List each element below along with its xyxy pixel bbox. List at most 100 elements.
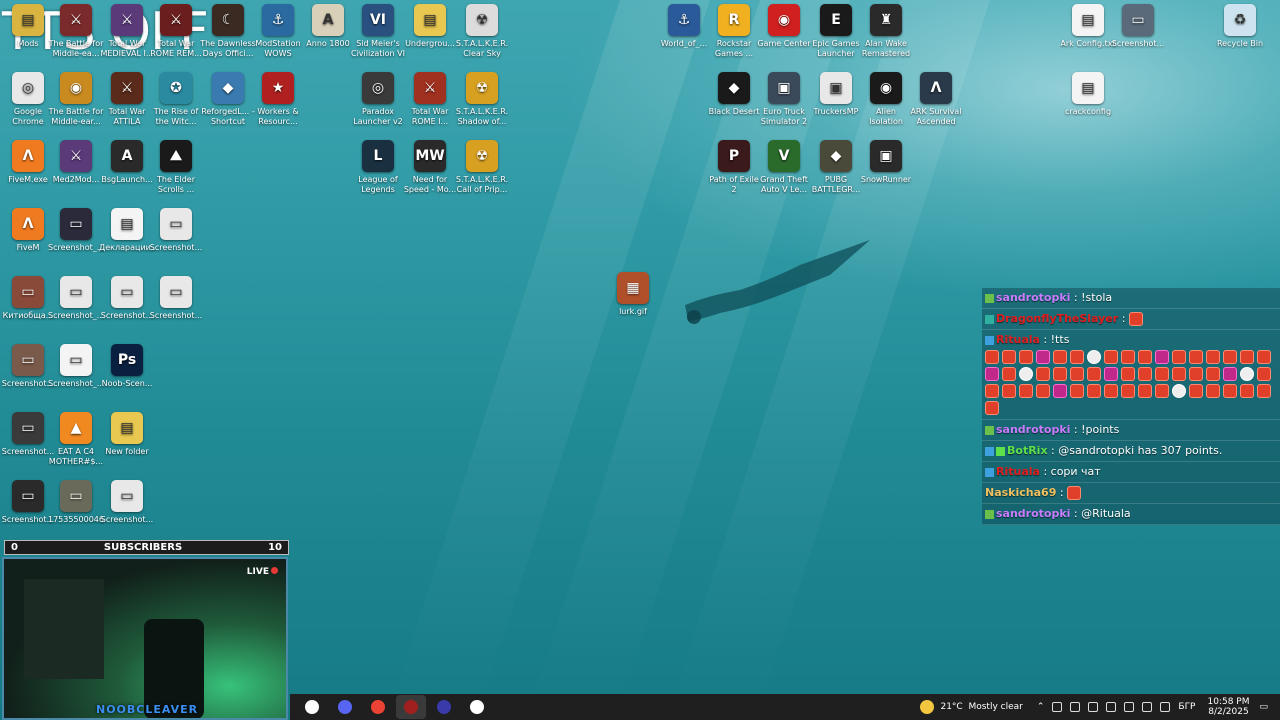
desktop-icon[interactable]: ▭ Screenshot... <box>99 276 155 321</box>
desktop-icon[interactable]: ◉ The Battle for Middle-ear... <box>48 72 104 127</box>
taskbar-app-obs[interactable] <box>396 695 426 719</box>
desktop-icon-label: Need for Speed - Mo... <box>403 175 457 194</box>
desktop-icon[interactable]: ⚓ World_of_... <box>656 4 712 49</box>
desktop-icon[interactable]: ▤ New folder <box>99 412 155 457</box>
app-icon: ▭ <box>111 276 143 308</box>
app-icon: ▣ <box>870 140 902 172</box>
emote-icon <box>1070 384 1084 398</box>
desktop-icon[interactable]: ⚔ Total War ROME I... <box>402 72 458 127</box>
desktop-icon[interactable]: ▭ Screenshot_... <box>48 344 104 389</box>
desktop-icon[interactable]: ★ Workers & Resourc... <box>250 72 306 127</box>
desktop-icon[interactable]: ▭ 17535500046... <box>48 480 104 525</box>
desktop-icon[interactable]: ✪ The Rise of the Witc... <box>148 72 204 127</box>
taskbar-app-search[interactable] <box>297 695 327 719</box>
desktop-icon[interactable]: ▭ Screenshot... <box>99 480 155 525</box>
desktop-icon[interactable]: ⚔ Med2Mod... <box>48 140 104 185</box>
search-icon <box>305 700 319 714</box>
weather-widget[interactable]: 21°C Mostly clear <box>920 700 1023 714</box>
desktop-icon[interactable]: ▤ Undergrou... <box>402 4 458 49</box>
app-icon: ☢ <box>466 72 498 104</box>
desktop-icon[interactable]: ◆ ReforgedL... - Shortcut <box>200 72 256 127</box>
app-icon: Ps <box>111 344 143 376</box>
discord-icon <box>338 700 352 714</box>
emote-icon <box>1138 350 1152 364</box>
taskbar-app-app-6[interactable] <box>462 695 492 719</box>
desktop-icon[interactable]: V Grand Theft Auto V Le... <box>756 140 812 195</box>
desktop-icon[interactable]: ◉ Alien Isolation <box>858 72 914 127</box>
clock[interactable]: 10:58 PM 8/2/2025 <box>1207 697 1249 717</box>
desktop-icon[interactable]: ▭ Screenshot... <box>1110 4 1166 49</box>
display-icon[interactable] <box>1106 702 1117 712</box>
desktop-icon[interactable]: A Anno 1800 <box>300 4 356 49</box>
desktop-icon[interactable]: ▤ crackconfig <box>1060 72 1116 117</box>
language-indicator[interactable]: БГР <box>1178 702 1195 712</box>
taskbar-apps <box>294 695 492 719</box>
emote-icon <box>1257 367 1271 381</box>
notification-icon[interactable]: ▭ <box>1259 702 1268 712</box>
wifi-icon[interactable] <box>1160 702 1171 712</box>
weather-temp: 21°C <box>940 702 963 712</box>
desktop-icon[interactable]: ▤ Ark Config.txt <box>1060 4 1116 49</box>
emote-icon <box>1257 384 1271 398</box>
mute-icon[interactable] <box>1070 702 1081 712</box>
desktop-icon[interactable]: ☢ S.T.A.L.K.E.R. Clear Sky <box>454 4 510 59</box>
desktop-icon[interactable]: ◉ Game Center <box>756 4 812 49</box>
chat-badge-icon <box>985 335 994 345</box>
desktop-icon[interactable]: ☢ S.T.A.L.K.E.R. Shadow of... <box>454 72 510 127</box>
desktop-icon[interactable]: ▤ Декларации... <box>99 208 155 253</box>
usb-icon[interactable] <box>1052 702 1063 712</box>
desktop-icon[interactable]: ▭ Screenshot... <box>148 276 204 321</box>
desktop-icon[interactable]: MW Need for Speed - Mo... <box>402 140 458 195</box>
desktop-icon[interactable]: R Rockstar Games ... <box>706 4 762 59</box>
desktop-icon[interactable]: ◆ Black Desert <box>706 72 762 117</box>
desktop-icon[interactable]: ▭ Screenshot... <box>148 208 204 253</box>
desktop-icon-label: SnowRunner <box>860 175 912 184</box>
desktop-icon[interactable]: ⚓ ModStation WOWS <box>250 4 306 59</box>
desktop-icon-label: Ark Config.txt <box>1060 39 1116 48</box>
taskbar-app-discord[interactable] <box>330 695 360 719</box>
desktop-icon-label: Grand Theft Auto V Le... <box>760 175 808 194</box>
desktop-icon[interactable]: ▣ SnowRunner <box>858 140 914 185</box>
desktop-icon[interactable]: ◆ PUBG BATTLEGR... <box>808 140 864 195</box>
speaker-icon[interactable] <box>1142 702 1153 712</box>
desktop-icon[interactable]: ▣ Euro Truck Simulator 2 <box>756 72 812 127</box>
app-icon: ◎ <box>12 72 44 104</box>
desktop-icon[interactable]: Λ ARK Survival Ascended <box>908 72 964 127</box>
system-tray: 21°C Mostly clear ⌃ БГР 10:58 PM 8/2/202… <box>920 694 1280 720</box>
desktop-icon[interactable]: E Epic Games Launcher <box>808 4 864 59</box>
emote-icon <box>1155 384 1169 398</box>
desktop-icon[interactable]: ⚔ Total War ATTILA <box>99 72 155 127</box>
desktop-icon[interactable]: ▲ EAT A C4 MOTHER#$... <box>48 412 104 467</box>
desktop-icon-label: Total War ROME REM... <box>150 39 202 58</box>
chat-text: : <box>1056 486 1068 499</box>
desktop-icon[interactable]: ♻ Recycle Bin <box>1212 4 1268 49</box>
desktop-icon-label: ReforgedL... - Shortcut <box>201 107 255 126</box>
emote-icon <box>1172 350 1186 364</box>
desktop-icon[interactable]: ⚔ The Battle for Middle-ea... <box>48 4 104 59</box>
taskbar-app-chrome[interactable] <box>363 695 393 719</box>
desktop-icon[interactable]: ⚔ Total War MEDIEVAL I... <box>99 4 155 59</box>
desktop-icon[interactable]: ♜ Alan Wake Remastered <box>858 4 914 59</box>
desktop-icon[interactable]: L League of Legends <box>350 140 406 195</box>
desktop-icon[interactable]: P Path of Exile 2 <box>706 140 762 195</box>
desktop-icon[interactable]: Ps Noob-Scen... <box>99 344 155 389</box>
desktop-icon[interactable]: ⚔ Total War ROME REM... <box>148 4 204 59</box>
desktop-icon[interactable]: ▭ Screenshot_... <box>48 208 104 253</box>
desktop-icon[interactable]: ▣ TruckersMP <box>808 72 864 117</box>
desktop-icon[interactable]: ☢ S.T.A.L.K.E.R. Call of Prip... <box>454 140 510 195</box>
app-icon: ◆ <box>212 72 244 104</box>
app-icon: ⚔ <box>60 4 92 36</box>
desktop-icon[interactable]: VI Sid Meier's Civilization VI <box>350 4 406 59</box>
emote-icon <box>1104 350 1118 364</box>
desktop-icon[interactable]: ◎ Paradox Launcher v2 <box>350 72 406 127</box>
desktop-icon[interactable]: ⛰ The Elder Scrolls ... <box>148 140 204 195</box>
network-icon[interactable] <box>1088 702 1099 712</box>
desktop-icon[interactable]: ☾ The Dawnless Days Offici... <box>200 4 256 59</box>
app-icon: V <box>768 140 800 172</box>
battery-icon[interactable] <box>1124 702 1135 712</box>
desktop-icon[interactable]: ▦ lurk.gif <box>605 272 661 317</box>
taskbar-app-app-5[interactable] <box>429 695 459 719</box>
desktop-icon[interactable]: A BsgLaunch... <box>99 140 155 185</box>
chevron-up-icon[interactable]: ⌃ <box>1037 702 1045 712</box>
desktop-icon[interactable]: ▭ Screenshot_... <box>48 276 104 321</box>
